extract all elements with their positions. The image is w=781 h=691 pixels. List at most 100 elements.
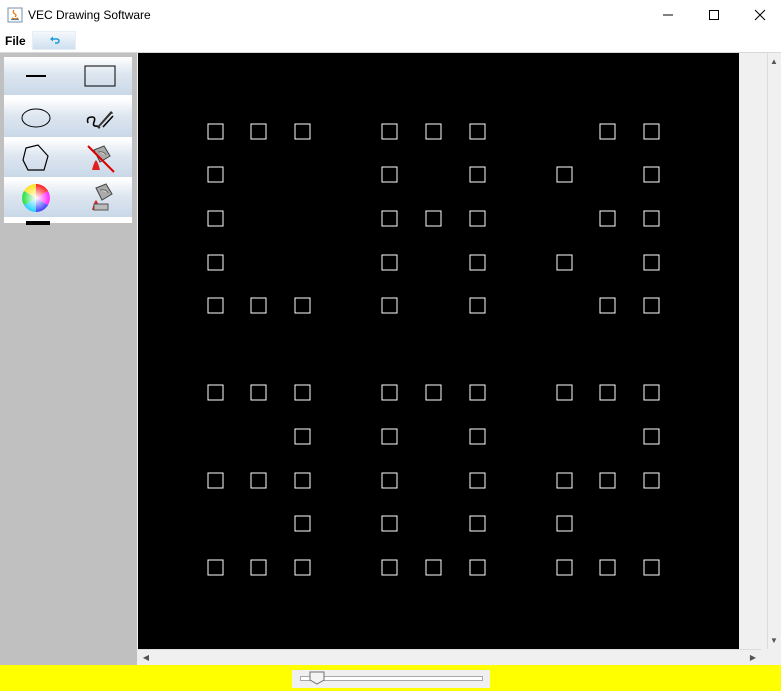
menu-file[interactable]: File: [5, 34, 26, 48]
no-fill-bucket-icon: [87, 145, 115, 173]
zoom-slider-thumb[interactable]: [309, 671, 325, 685]
no-fill-tool[interactable]: [68, 139, 132, 177]
undo-icon: [50, 36, 60, 44]
drawn-square: [556, 559, 573, 576]
drawn-square: [643, 254, 660, 271]
rectangle-icon: [84, 65, 116, 87]
drawn-square: [643, 384, 660, 401]
minimize-button[interactable]: [645, 0, 691, 30]
drawn-square: [556, 515, 573, 532]
menu-bar: File: [0, 30, 781, 53]
drawn-square: [469, 559, 486, 576]
close-button[interactable]: [737, 0, 781, 30]
drawn-square: [643, 472, 660, 489]
drawn-square: [556, 166, 573, 183]
java-app-icon: [7, 7, 23, 23]
drawn-square: [643, 210, 660, 227]
drawn-square: [469, 123, 486, 140]
toolbox: [4, 57, 132, 225]
drawn-square: [381, 123, 398, 140]
drawn-square: [250, 123, 267, 140]
drawn-square: [294, 384, 311, 401]
drawn-square: [207, 472, 224, 489]
line-tool[interactable]: [4, 57, 68, 95]
drawn-square: [643, 428, 660, 445]
paint-bucket-icon: [92, 183, 113, 211]
drawn-square: [250, 559, 267, 576]
drawn-square: [599, 297, 616, 314]
drawn-square: [250, 297, 267, 314]
drawing-canvas[interactable]: [138, 53, 739, 649]
drawn-square: [294, 297, 311, 314]
minimize-icon: [663, 14, 673, 16]
drawn-square: [207, 210, 224, 227]
maximize-icon: [709, 10, 719, 20]
color-picker-tool[interactable]: [4, 179, 68, 217]
color-wheel-icon: [22, 184, 50, 212]
vertical-scrollbar[interactable]: ▲ ▼: [739, 53, 781, 649]
drawn-square: [469, 254, 486, 271]
freehand-tool[interactable]: [68, 99, 132, 137]
drawn-square: [599, 123, 616, 140]
drawn-square: [250, 472, 267, 489]
drawn-square: [381, 559, 398, 576]
scroll-right-icon[interactable]: ▶: [746, 650, 760, 664]
drawn-square: [207, 123, 224, 140]
maximize-button[interactable]: [691, 0, 737, 30]
drawn-square: [599, 210, 616, 227]
drawn-square: [599, 472, 616, 489]
drawn-square: [643, 297, 660, 314]
tool-panel: [0, 53, 137, 665]
scrollbar-corner: [761, 649, 781, 663]
drawn-square: [207, 254, 224, 271]
drawn-square: [469, 384, 486, 401]
drawn-square: [381, 472, 398, 489]
polygon-tool[interactable]: [4, 139, 68, 177]
scroll-down-icon[interactable]: ▼: [767, 633, 781, 647]
ellipse-tool[interactable]: [4, 99, 68, 137]
window-title: VEC Drawing Software: [28, 8, 151, 22]
drawn-square: [207, 166, 224, 183]
drawn-square: [556, 472, 573, 489]
horizontal-scrollbar[interactable]: ◀ ▶: [138, 649, 761, 664]
current-color-swatch: [26, 221, 50, 225]
drawn-square: [425, 210, 442, 227]
drawn-square: [425, 559, 442, 576]
drawn-square: [381, 515, 398, 532]
drawn-square: [556, 254, 573, 271]
drawn-square: [556, 384, 573, 401]
fill-tool[interactable]: [68, 179, 132, 217]
drawn-square: [294, 428, 311, 445]
drawn-square: [469, 515, 486, 532]
undo-button[interactable]: [32, 31, 76, 50]
drawn-square: [381, 297, 398, 314]
scroll-left-icon[interactable]: ◀: [139, 650, 153, 664]
vertical-scroll-track[interactable]: [767, 53, 781, 649]
drawn-square: [381, 384, 398, 401]
drawn-square: [381, 254, 398, 271]
drawn-square: [294, 515, 311, 532]
zoom-slider-track[interactable]: [300, 676, 483, 681]
scroll-up-icon[interactable]: ▲: [767, 54, 781, 68]
drawn-square: [469, 297, 486, 314]
drawn-square: [381, 210, 398, 227]
rectangle-tool[interactable]: [68, 57, 132, 95]
title-bar: VEC Drawing Software: [0, 0, 781, 30]
canvas-drawing: [207, 123, 660, 576]
drawn-square: [469, 210, 486, 227]
drawn-square: [207, 559, 224, 576]
drawn-square: [207, 297, 224, 314]
drawn-square: [469, 166, 486, 183]
ellipse-icon: [21, 108, 51, 128]
drawn-square: [425, 384, 442, 401]
drawn-square: [469, 428, 486, 445]
drawn-square: [425, 123, 442, 140]
drawn-square: [250, 384, 267, 401]
drawn-square: [599, 384, 616, 401]
drawn-square: [207, 384, 224, 401]
drawn-square: [294, 472, 311, 489]
drawn-square: [469, 472, 486, 489]
line-icon: [26, 75, 46, 77]
drawn-square: [294, 123, 311, 140]
pen-icon: [86, 111, 114, 129]
